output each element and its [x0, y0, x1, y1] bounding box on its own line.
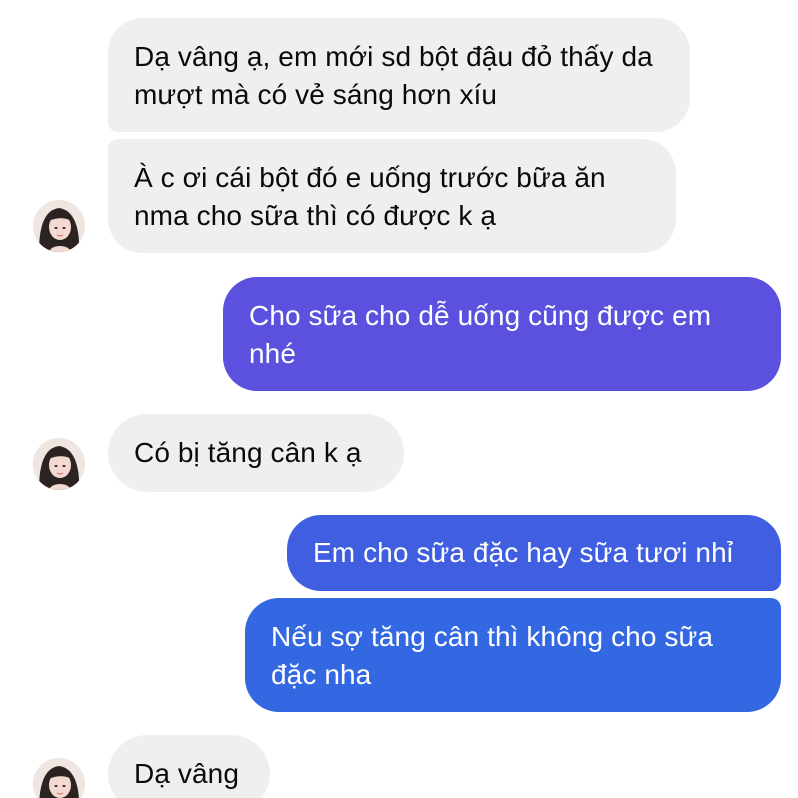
- avatar-photo-icon: [33, 758, 85, 798]
- contact-avatar[interactable]: [33, 758, 85, 798]
- incoming-message-bubble[interactable]: Có bị tăng cân k ạ: [108, 414, 404, 492]
- incoming-message-bubble[interactable]: Dạ vâng: [108, 735, 270, 798]
- avatar-photo-icon: [33, 438, 85, 490]
- message-thread: Dạ vâng ạ, em mới sd bột đậu đỏ thấy da …: [0, 0, 798, 798]
- incoming-message-bubble[interactable]: Dạ vâng ạ, em mới sd bột đậu đỏ thấy da …: [108, 18, 690, 132]
- contact-avatar[interactable]: [33, 200, 85, 252]
- outgoing-message-bubble[interactable]: Nếu sợ tăng cân thì không cho sữa đặc nh…: [245, 598, 781, 712]
- contact-avatar[interactable]: [33, 438, 85, 490]
- outgoing-message-bubble[interactable]: Em cho sữa đặc hay sữa tươi nhỉ: [287, 515, 781, 591]
- incoming-message-bubble[interactable]: À c ơi cái bột đó e uống trước bữa ăn nm…: [108, 139, 676, 253]
- avatar-photo-icon: [33, 200, 85, 252]
- outgoing-message-bubble[interactable]: Cho sữa cho dễ uống cũng được em nhé: [223, 277, 781, 391]
